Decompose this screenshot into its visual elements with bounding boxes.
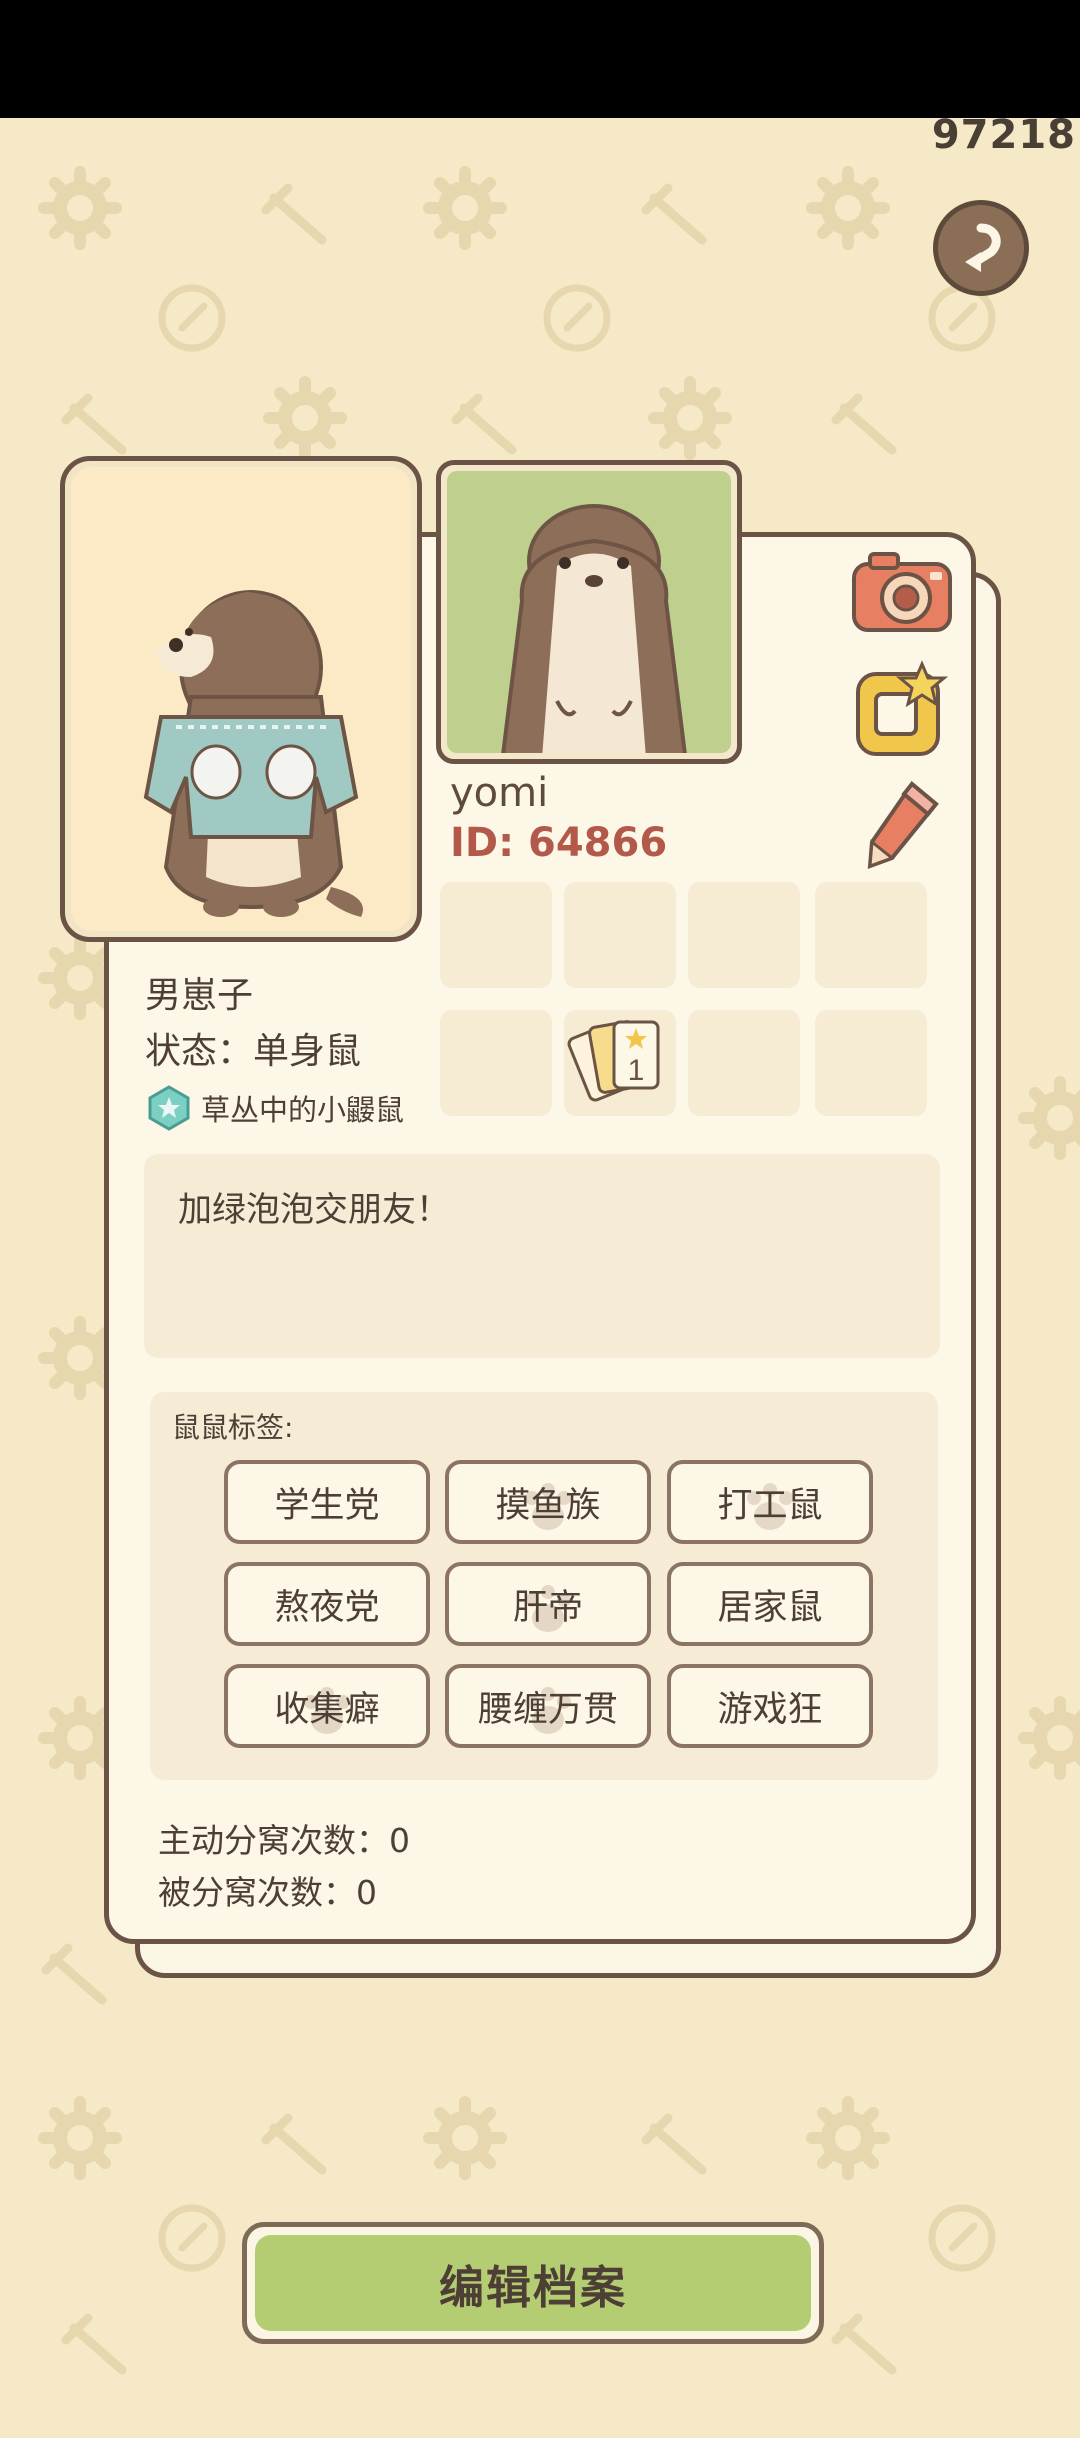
- tag-chip[interactable]: 腰缠万贯: [445, 1664, 651, 1748]
- frame-star-icon: [856, 660, 949, 756]
- camera-button[interactable]: [850, 548, 954, 642]
- camera-icon: [852, 552, 952, 632]
- tag-label: 肝帝: [512, 1587, 583, 1628]
- edit-profile-button[interactable]: 编辑档案: [242, 2222, 824, 2344]
- pencil-icon: [867, 781, 939, 869]
- tag-chip[interactable]: 学生党: [224, 1460, 430, 1544]
- item-slot-cards[interactable]: 1: [564, 1010, 676, 1116]
- username: yomi: [450, 770, 549, 816]
- otter-standing-illustration: [501, 504, 687, 753]
- tag-label: 腰缠万贯: [477, 1689, 618, 1730]
- back-button[interactable]: [933, 200, 1029, 296]
- relationship-status: 状态：单身鼠: [145, 1031, 362, 1072]
- edit-profile-label: 编辑档案: [255, 2235, 811, 2331]
- tag-chip[interactable]: 打工鼠: [667, 1460, 873, 1544]
- back-arrow-icon: [965, 223, 1001, 272]
- tag-label: 收集癖: [274, 1689, 380, 1730]
- item-slot[interactable]: [440, 882, 552, 988]
- item-slot[interactable]: [564, 882, 676, 988]
- item-slot[interactable]: [440, 1010, 552, 1116]
- otter-sweater-illustration: [143, 590, 363, 917]
- tag-label: 打工鼠: [717, 1485, 823, 1526]
- tag-label: 游戏狂: [717, 1689, 823, 1730]
- tag-label: 居家鼠: [717, 1587, 823, 1628]
- tag-chip[interactable]: 肝帝: [445, 1562, 651, 1646]
- cards-icon: 1: [567, 1020, 660, 1102]
- gender-label: 男崽子: [145, 975, 254, 1016]
- tag-label: 摸鱼族: [495, 1485, 601, 1526]
- avatar-photo[interactable]: [60, 456, 422, 942]
- user-id: ID: 64866: [450, 820, 668, 866]
- secondary-photo[interactable]: [436, 460, 742, 764]
- hexagon-star-icon: [148, 1085, 190, 1131]
- tag-label: 学生党: [274, 1485, 380, 1526]
- tag-chip[interactable]: 熬夜党: [224, 1562, 430, 1646]
- item-slot[interactable]: [688, 882, 800, 988]
- tag-chip[interactable]: 游戏狂: [667, 1664, 873, 1748]
- tag-chip[interactable]: 摸鱼族: [445, 1460, 651, 1544]
- item-slot[interactable]: [815, 1010, 927, 1116]
- tag-label: 熬夜党: [274, 1587, 380, 1628]
- currency-counter: 97218: [931, 112, 1076, 158]
- active-breakup-count: 主动分窝次数：0: [158, 1821, 410, 1860]
- tag-chip[interactable]: 收集癖: [224, 1664, 430, 1748]
- bio-box: 加绿泡泡交朋友！: [144, 1154, 940, 1358]
- item-slot[interactable]: [815, 882, 927, 988]
- bio-text: 加绿泡泡交朋友！: [178, 1190, 450, 1230]
- status-bar: [0, 0, 1080, 118]
- svg-text:1: 1: [628, 1054, 645, 1087]
- passive-breakup-count: 被分窝次数：0: [158, 1873, 377, 1912]
- tag-chip[interactable]: 居家鼠: [667, 1562, 873, 1646]
- item-slot[interactable]: [688, 1010, 800, 1116]
- edit-pencil-button[interactable]: [862, 778, 942, 874]
- rank-title: 草丛中的小鼹鼠: [201, 1093, 405, 1127]
- frame-button[interactable]: [852, 660, 950, 762]
- rank-badge: 草丛中的小鼹鼠: [145, 1084, 404, 1132]
- tags-title: 鼠鼠标签:: [172, 1411, 294, 1444]
